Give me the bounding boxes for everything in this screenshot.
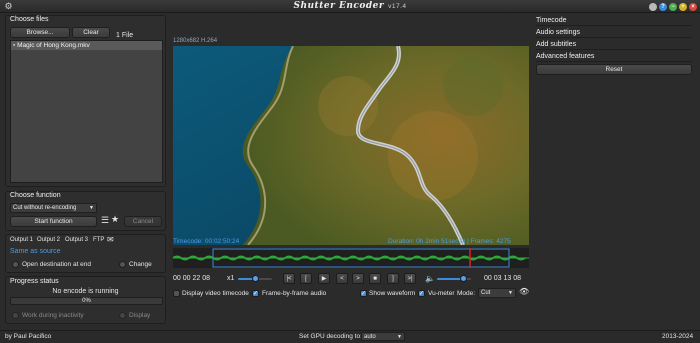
vu-meter-checkbox[interactable]: ✓ bbox=[418, 290, 425, 297]
mark-out-button[interactable]: ] bbox=[387, 273, 399, 284]
tab-output-3[interactable]: Output 3 bbox=[65, 237, 88, 243]
open-destination-label: Open destination at end bbox=[22, 261, 92, 268]
tab-add-subtitles[interactable]: Add subtitles bbox=[536, 39, 692, 50]
display-label: Display bbox=[129, 312, 151, 319]
play-button[interactable]: ▶ bbox=[318, 273, 330, 284]
frame-audio-checkbox[interactable]: ✓ bbox=[252, 290, 259, 297]
progress-status: No encode is running bbox=[52, 288, 119, 295]
show-waveform-checkbox[interactable]: ✓ bbox=[360, 290, 367, 297]
timecode-readout: Timecode: 00:02:50:24 bbox=[173, 238, 240, 245]
mode-select[interactable]: Cut ▼ bbox=[478, 288, 516, 298]
file-name: Magic of Hong Kong.mkv bbox=[17, 42, 90, 49]
display-checkbox bbox=[119, 312, 126, 319]
go-start-button[interactable]: |< bbox=[283, 273, 295, 284]
display-timecode-label: Display video timecode bbox=[182, 290, 249, 297]
progress-bar: 0% bbox=[10, 297, 163, 305]
gpu-select-value: auto bbox=[364, 334, 376, 340]
author-label: by Paul Pacifico bbox=[5, 333, 52, 340]
close-icon[interactable]: × bbox=[689, 3, 697, 11]
file-list[interactable]: ▪ Magic of Hong Kong.mkv bbox=[10, 40, 163, 183]
file-count: 1 File bbox=[116, 32, 134, 39]
change-radio[interactable] bbox=[119, 261, 126, 268]
function-title: Choose function bbox=[10, 192, 61, 199]
video-preview[interactable] bbox=[173, 46, 529, 245]
chevron-down-icon: ▼ bbox=[508, 290, 513, 296]
years-label: 2013-2024 bbox=[662, 333, 694, 340]
change-label: Change bbox=[129, 261, 152, 268]
speed-label: x1 bbox=[227, 275, 235, 282]
help-icon[interactable]: ? bbox=[659, 3, 667, 11]
app-name: Shutter Encoder bbox=[293, 1, 385, 11]
browse-button[interactable]: Browse... bbox=[10, 27, 70, 38]
start-function-button[interactable]: Start function bbox=[10, 216, 97, 227]
mode-select-value: Cut bbox=[481, 290, 491, 296]
gpu-label: Set GPU decoding to: bbox=[299, 333, 362, 340]
function-select[interactable]: Cut without re-encoding ▼ bbox=[10, 203, 97, 213]
files-title: Choose files bbox=[10, 16, 49, 23]
app-title: Shutter Encoder v17.4 bbox=[0, 1, 700, 11]
out-time[interactable]: 00 03 13 08 bbox=[484, 275, 521, 282]
resolution-label: 1280x682 H.264 bbox=[173, 38, 218, 44]
menu-icon[interactable]: ☰ bbox=[101, 215, 109, 226]
display-timecode-checkbox[interactable] bbox=[173, 290, 180, 297]
mode-label: Mode: bbox=[457, 290, 476, 297]
progress-percent: 0% bbox=[82, 298, 91, 304]
app-version: v17.4 bbox=[388, 3, 407, 10]
mark-in-button[interactable]: [ bbox=[300, 273, 312, 284]
show-waveform-label: Show waveform bbox=[369, 290, 416, 297]
info-icon[interactable]: − bbox=[669, 3, 677, 11]
reset-button[interactable]: Reset bbox=[536, 64, 692, 75]
vu-meter-label: Vu-meter bbox=[428, 290, 455, 297]
work-inactivity-checkbox bbox=[12, 312, 19, 319]
tab-output-1[interactable]: Output 1 bbox=[10, 237, 33, 243]
star-icon[interactable]: ★ bbox=[111, 214, 119, 225]
waveform-timeline[interactable] bbox=[172, 248, 529, 268]
duration-readout: Duration: 0h 2min 51sec 0i | Frames: 427… bbox=[388, 238, 511, 245]
clear-button[interactable]: Clear bbox=[72, 27, 110, 38]
chevron-down-icon: ▼ bbox=[397, 334, 402, 340]
file-icon: ▪ bbox=[13, 42, 16, 49]
file-list-item[interactable]: ▪ Magic of Hong Kong.mkv bbox=[11, 41, 162, 50]
maximize-icon[interactable]: + bbox=[679, 3, 687, 11]
stop-button[interactable]: ■ bbox=[369, 273, 381, 284]
tab-audio-settings[interactable]: Audio settings bbox=[536, 27, 692, 38]
cancel-button: Cancel bbox=[124, 216, 162, 227]
tab-timecode[interactable]: Timecode bbox=[536, 15, 692, 26]
gpu-select[interactable]: auto ▼ bbox=[361, 332, 405, 341]
volume-slider-knob[interactable] bbox=[460, 275, 467, 282]
output-folder[interactable]: Same as source bbox=[10, 248, 61, 255]
minimize-icon[interactable] bbox=[649, 3, 657, 11]
work-inactivity-label: Work during inactivity bbox=[22, 312, 84, 319]
open-destination-checkbox[interactable] bbox=[12, 261, 19, 268]
chevron-down-icon: ▼ bbox=[89, 205, 94, 211]
tab-output-2[interactable]: Output 2 bbox=[37, 237, 60, 243]
waveform-graphic bbox=[172, 248, 529, 268]
in-time[interactable]: 00 00 22 08 bbox=[173, 275, 210, 282]
tab-advanced-features[interactable]: Advanced features bbox=[536, 51, 692, 62]
tab-ftp[interactable]: FTP bbox=[93, 237, 104, 243]
progress-title: Progress status bbox=[10, 278, 59, 285]
eye-icon[interactable]: 👁 bbox=[519, 287, 529, 296]
function-select-value: Cut without re-encoding bbox=[13, 205, 77, 211]
prev-frame-button[interactable]: < bbox=[336, 273, 348, 284]
video-frame-image bbox=[173, 46, 529, 245]
speed-slider-knob[interactable] bbox=[252, 275, 259, 282]
go-end-button[interactable]: >| bbox=[404, 273, 416, 284]
frame-audio-label: Frame-by-frame audio bbox=[262, 290, 327, 297]
speaker-icon[interactable]: 🔈 bbox=[425, 274, 435, 283]
next-frame-button[interactable]: > bbox=[352, 273, 364, 284]
mail-icon[interactable]: ✉ bbox=[107, 235, 114, 244]
